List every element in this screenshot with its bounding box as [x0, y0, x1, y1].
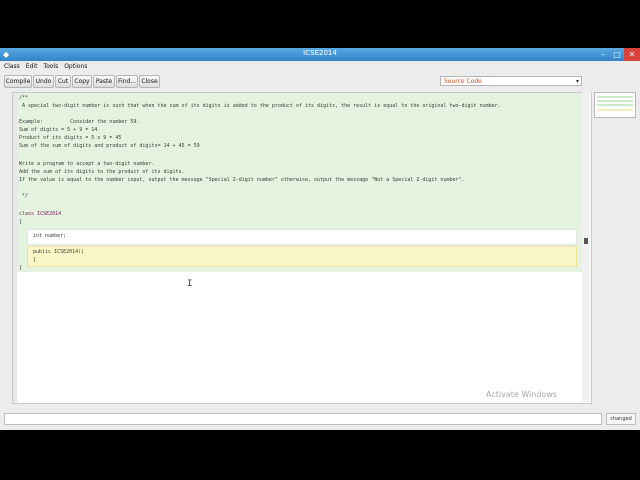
view-mode-select[interactable]: Source Code ▾ [440, 76, 582, 86]
undo-button[interactable]: Undo [33, 75, 54, 88]
close-button[interactable]: Close [139, 75, 160, 88]
source-editor[interactable]: /** A special two-digit number is such t… [12, 92, 592, 404]
overview-line [597, 96, 633, 98]
chevron-down-icon: ▾ [575, 78, 579, 85]
comment-line: Sum of digits = 5 + 9 = 14 [19, 127, 98, 133]
copy-button[interactable]: Copy [72, 75, 92, 88]
comment-line: Write a program to accept a two-digit nu… [19, 161, 155, 167]
comment-line: Sum of the sum of digits and product of … [19, 143, 200, 149]
overview-line [597, 100, 633, 102]
editor-toolbar: Compile Undo Cut Copy Paste Find... Clos… [0, 74, 640, 88]
comment-line: A special two-digit number is such that … [19, 103, 501, 109]
scrollbar-thumb[interactable] [584, 238, 588, 244]
comment-line: Product of its digits = 5 x 9 = 45 [19, 135, 122, 141]
activate-windows-watermark: Activate Windows [486, 390, 558, 399]
editor-scrollbar[interactable] [582, 92, 590, 402]
status-bar: changed [0, 410, 640, 426]
method-scope [27, 246, 577, 267]
compile-button[interactable]: Compile [4, 75, 32, 88]
comment-line: */ [19, 193, 29, 199]
save-state-label: changed [606, 413, 636, 425]
comment-line: Example: Consider the number 59. [19, 119, 140, 125]
menu-options[interactable]: Options [64, 62, 87, 71]
menu-tools[interactable]: Tools [43, 62, 58, 71]
minimize-button[interactable]: – [596, 48, 610, 61]
bluej-editor-window: ◆ ICSE2014 – □ ✕ Class Edit Tools Option… [0, 48, 640, 430]
constructor-open-brace: { [33, 257, 37, 263]
window-controls: – □ ✕ [596, 48, 640, 61]
field-declaration: int number; [33, 233, 67, 239]
class-close-brace: } [19, 265, 23, 271]
find-button[interactable]: Find... [116, 75, 138, 88]
class-open-brace: { [19, 219, 23, 225]
overview-line [597, 104, 633, 106]
overview-line [597, 109, 633, 111]
close-window-button[interactable]: ✕ [624, 48, 640, 61]
view-mode-value: Source Code [444, 78, 482, 85]
code-overview-thumbnail[interactable] [594, 92, 636, 118]
menu-bar: Class Edit Tools Options [0, 62, 87, 71]
mouse-ibeam-cursor-icon: I [187, 279, 193, 289]
comment-line: /** [19, 95, 29, 101]
constructor-declaration: public ICSE2014() [33, 249, 85, 255]
maximize-button[interactable]: □ [610, 48, 624, 61]
menu-class[interactable]: Class [4, 62, 20, 71]
comment-line: Add the sum of its digits to the product… [19, 169, 185, 175]
paste-button[interactable]: Paste [93, 75, 115, 88]
field-scope [27, 229, 577, 245]
comment-scope [17, 93, 587, 208]
status-message [4, 413, 602, 425]
comment-line: If the value is equal to the number inpu… [19, 177, 465, 183]
class-declaration: class ICSE2014 [19, 211, 62, 217]
menu-edit[interactable]: Edit [26, 62, 38, 71]
title-bar[interactable]: ◆ ICSE2014 – □ ✕ [0, 48, 640, 61]
window-title: ICSE2014 [303, 49, 337, 57]
cut-button[interactable]: Cut [55, 75, 71, 88]
